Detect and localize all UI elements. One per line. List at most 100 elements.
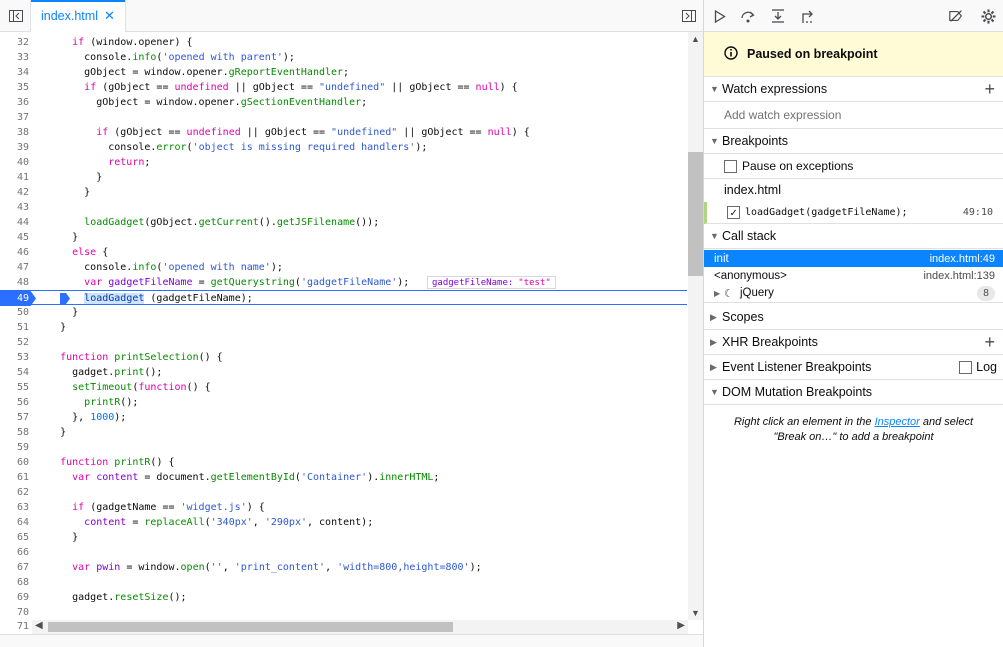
- horizontal-scrollbar[interactable]: ◀ ▶: [32, 620, 688, 634]
- line-number[interactable]: 32: [0, 35, 32, 50]
- line-number[interactable]: 34: [0, 65, 32, 80]
- line-number[interactable]: 65: [0, 530, 32, 545]
- line-number[interactable]: 47: [0, 260, 32, 275]
- line-number[interactable]: 53: [0, 350, 32, 365]
- call-stack-group-jquery[interactable]: ▶ ☾ jQuery 8: [704, 284, 1003, 303]
- line-number[interactable]: 37: [0, 110, 32, 125]
- close-icon[interactable]: ✕: [104, 8, 115, 24]
- line-number[interactable]: 66: [0, 545, 32, 560]
- line-number[interactable]: 69: [0, 590, 32, 605]
- scroll-down-icon[interactable]: ▼: [691, 608, 700, 618]
- variable-preview-badge[interactable]: gadgetFileName: "test": [427, 276, 556, 289]
- call-stack-frame-anonymous[interactable]: <anonymous> index.html:139: [704, 267, 1003, 284]
- scopes-header[interactable]: ▶ Scopes: [704, 305, 1003, 330]
- log-checkbox[interactable]: [959, 360, 973, 374]
- dom-mutation-breakpoints-header[interactable]: ▼ DOM Mutation Breakpoints: [704, 380, 1003, 405]
- code-line: 66: [0, 545, 687, 560]
- breakpoint-enabled-checkbox[interactable]: ✓: [727, 206, 740, 219]
- line-number[interactable]: 39: [0, 140, 32, 155]
- code-text: var gadgetFileName = getQuerystring('gad…: [84, 277, 410, 288]
- code-text: }: [36, 172, 103, 183]
- line-number[interactable]: 52: [0, 335, 32, 350]
- section-title: Call stack: [722, 229, 777, 243]
- event-listener-breakpoints-header[interactable]: ▶ Event Listener Breakpoints Log: [704, 355, 1003, 380]
- jquery-icon: ☾: [724, 287, 734, 300]
- breakpoint-marker[interactable]: 49: [0, 291, 36, 306]
- code-text: loadGadget (gadgetFileName);: [84, 293, 253, 304]
- line-number[interactable]: 51: [0, 320, 32, 335]
- debugger-sidebar: Paused on breakpoint ▼ Watch expressions…: [704, 0, 1003, 647]
- line-number[interactable]: 64: [0, 515, 32, 530]
- line-number[interactable]: 70: [0, 605, 32, 620]
- call-stack-frame-init[interactable]: init index.html:49: [704, 250, 1003, 267]
- vertical-scrollbar[interactable]: ▲ ▼: [688, 32, 703, 620]
- line-number[interactable]: 46: [0, 245, 32, 260]
- watch-expression-input[interactable]: Add watch expression: [704, 102, 1003, 129]
- line-number[interactable]: 50: [0, 305, 32, 320]
- collapsed-triangle-icon: ▶: [710, 361, 717, 372]
- code-line: 54 gadget.print();: [0, 365, 687, 380]
- step-over-icon[interactable]: [740, 8, 756, 24]
- line-number[interactable]: 42: [0, 185, 32, 200]
- call-stack-header[interactable]: ▼ Call stack: [704, 224, 1003, 249]
- line-number[interactable]: 43: [0, 200, 32, 215]
- code-line: 45 }: [0, 230, 687, 245]
- line-number[interactable]: 38: [0, 125, 32, 140]
- add-watch-plus-icon[interactable]: +: [984, 80, 995, 98]
- line-number[interactable]: 59: [0, 440, 32, 455]
- line-number[interactable]: 55: [0, 380, 32, 395]
- line-number[interactable]: 61: [0, 470, 32, 485]
- breakpoint-item[interactable]: ✓ loadGadget(gadgetFileName); 49:10: [704, 202, 1003, 224]
- line-number[interactable]: 36: [0, 95, 32, 110]
- line-number[interactable]: 60: [0, 455, 32, 470]
- breakpoint-location: 49:10: [962, 207, 993, 218]
- code-line: 42 }: [0, 185, 687, 200]
- deactivate-breakpoints-icon[interactable]: [948, 8, 964, 24]
- line-number[interactable]: 40: [0, 155, 32, 170]
- line-number[interactable]: 35: [0, 80, 32, 95]
- scroll-up-icon[interactable]: ▲: [691, 34, 700, 44]
- line-number[interactable]: 62: [0, 485, 32, 500]
- pause-on-exceptions-label: Pause on exceptions: [742, 159, 854, 173]
- settings-gear-icon[interactable]: [980, 8, 996, 24]
- line-number[interactable]: 58: [0, 425, 32, 440]
- tab-index-html[interactable]: index.html ✕: [30, 0, 126, 32]
- line-number[interactable]: 54: [0, 365, 32, 380]
- log-events-toggle[interactable]: Log: [959, 360, 997, 374]
- code-line: 51 }: [0, 320, 687, 335]
- code-text: gadget.resetSize();: [36, 592, 187, 603]
- code-line: 62: [0, 485, 687, 500]
- line-number[interactable]: 56: [0, 395, 32, 410]
- line-number[interactable]: 67: [0, 560, 32, 575]
- code-line: 37: [0, 110, 687, 125]
- dom-mutation-hint: Right click an element in the Inspector …: [704, 405, 1003, 455]
- step-in-icon[interactable]: [770, 8, 786, 24]
- pause-on-exceptions-row[interactable]: Pause on exceptions: [704, 154, 1003, 179]
- line-number[interactable]: 57: [0, 410, 32, 425]
- toggle-debugger-panel-icon[interactable]: [681, 8, 697, 24]
- line-number[interactable]: 48: [0, 275, 32, 290]
- line-number[interactable]: 63: [0, 500, 32, 515]
- pause-on-exceptions-checkbox[interactable]: [724, 159, 737, 173]
- line-number[interactable]: 33: [0, 50, 32, 65]
- inspector-link[interactable]: Inspector: [875, 416, 920, 428]
- scroll-left-icon[interactable]: ◀: [35, 620, 43, 631]
- xhr-breakpoints-header[interactable]: ▶ XHR Breakpoints +: [704, 330, 1003, 355]
- horizontal-scroll-thumb[interactable]: [48, 622, 453, 632]
- line-number[interactable]: 44: [0, 215, 32, 230]
- step-out-icon[interactable]: [800, 8, 816, 24]
- watch-expressions-header[interactable]: ▼ Watch expressions +: [704, 77, 1003, 102]
- resume-icon[interactable]: [712, 8, 728, 24]
- line-number[interactable]: 45: [0, 230, 32, 245]
- vertical-scroll-thumb[interactable]: [688, 152, 703, 276]
- add-xhr-breakpoint-plus-icon[interactable]: +: [984, 333, 995, 351]
- code-editor[interactable]: 32 if (window.opener) {33 console.info('…: [0, 32, 703, 620]
- breakpoints-header[interactable]: ▼ Breakpoints: [704, 129, 1003, 154]
- toggle-sidebar-icon[interactable]: [8, 8, 24, 24]
- frame-name: <anonymous>: [714, 269, 787, 282]
- breakpoint-code: loadGadget(gadgetFileName);: [745, 207, 908, 218]
- line-number[interactable]: 68: [0, 575, 32, 590]
- line-number[interactable]: 41: [0, 170, 32, 185]
- scroll-right-icon[interactable]: ▶: [677, 620, 685, 631]
- code-text: console.info('opened with name');: [36, 262, 283, 273]
